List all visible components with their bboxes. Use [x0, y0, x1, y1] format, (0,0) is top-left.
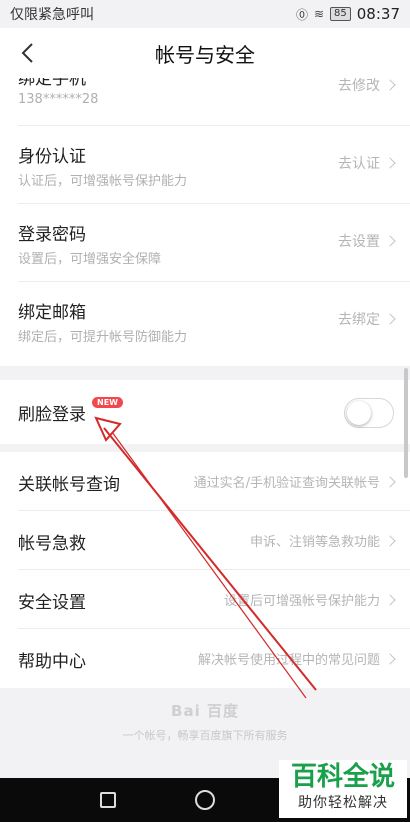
bind-phone-row[interactable]: 绑定手机 138******28 去修改: [18, 78, 410, 126]
help-center-row[interactable]: 帮助中心 解决帐号使用过程中的常见问题: [18, 629, 410, 688]
chevron-right-icon: [384, 313, 396, 325]
row-title: 帮助中心: [18, 652, 86, 672]
row-action: 去绑定: [338, 309, 396, 329]
row-subtitle: 绑定后，可提升帐号防御能力: [18, 330, 188, 345]
carrier-label: 仅限紧急呼叫: [10, 7, 94, 23]
chevron-right-icon: [384, 79, 396, 91]
row-title: 登录密码: [18, 225, 86, 245]
row-action: 去修改: [338, 78, 396, 95]
status-icons: ⓪ ≋ 85 08:37: [296, 5, 400, 23]
security-settings-row[interactable]: 安全设置 设置后可增强帐号保护能力: [18, 570, 410, 629]
row-title: 安全设置: [18, 593, 86, 613]
security-group: 绑定手机 138******28 去修改 身份认证 认证后，可增强帐号保护能力 …: [0, 78, 410, 366]
chevron-right-icon: [384, 593, 396, 606]
chevron-right-icon: [384, 157, 396, 169]
battery-icon: 85: [330, 7, 351, 21]
row-action: 去设置: [338, 231, 396, 251]
footer-text: 一个帐号，畅享百度旗下所有服务: [122, 729, 288, 742]
row-title: 刷脸登录: [18, 405, 86, 425]
clock: 08:37: [356, 5, 400, 23]
nav-bar: 帐号与安全: [0, 28, 410, 78]
face-login-group: 刷脸登录 NEW: [0, 380, 410, 444]
login-password-row[interactable]: 登录密码 设置后，可增强安全保障 去设置: [18, 204, 410, 282]
footer: Bai 百度 一个帐号，畅享百度旗下所有服务: [0, 700, 410, 743]
watermark-title: 百科全说: [290, 762, 395, 792]
row-subtitle: 认证后，可增强帐号保护能力: [18, 174, 188, 189]
linked-account-query-row[interactable]: 关联帐号查询 通过实名/手机验证查询关联帐号: [18, 452, 410, 511]
home-icon[interactable]: [194, 790, 215, 810]
row-action: 去认证: [338, 153, 396, 173]
row-title: 身份认证: [18, 147, 86, 167]
chevron-right-icon: [384, 534, 396, 547]
chevron-right-icon: [384, 475, 396, 488]
row-subtitle: 138******28: [18, 92, 99, 107]
scrollbar[interactable]: [404, 368, 408, 478]
face-login-toggle[interactable]: [344, 398, 394, 428]
new-badge: NEW: [92, 397, 123, 408]
watermark: 百科全说 助你轻松解决: [279, 760, 407, 818]
settings-list[interactable]: 绑定手机 138******28 去修改 身份认证 认证后，可增强帐号保护能力 …: [0, 78, 410, 778]
row-action: 申诉、注销等急救功能: [250, 531, 396, 550]
page-title: 帐号与安全: [155, 42, 255, 67]
account-tools-group: 关联帐号查询 通过实名/手机验证查询关联帐号 帐号急救 申诉、注销等急救功能 安…: [0, 452, 410, 688]
row-action: 解决帐号使用过程中的常见问题: [198, 649, 396, 668]
bind-email-row[interactable]: 绑定邮箱 绑定后，可提升帐号防御能力 去绑定: [18, 282, 410, 360]
toggle-knob: [347, 401, 371, 425]
baidu-logo: Bai 百度: [171, 702, 239, 720]
row-action: 设置后可增强帐号保护能力: [224, 590, 396, 609]
face-login-row[interactable]: 刷脸登录 NEW: [18, 380, 410, 444]
watermark-subtitle: 助你轻松解决: [298, 795, 388, 811]
chevron-right-icon: [384, 652, 396, 665]
back-button[interactable]: [12, 38, 42, 68]
row-title: 绑定手机: [18, 78, 86, 89]
row-title: 关联帐号查询: [18, 475, 120, 495]
status-bar: 仅限紧急呼叫 ⓪ ≋ 85 08:37: [0, 0, 410, 28]
recent-apps-icon[interactable]: [99, 792, 116, 808]
wifi-icon: ≋: [313, 7, 325, 21]
account-rescue-row[interactable]: 帐号急救 申诉、注销等急救功能: [18, 511, 410, 570]
identity-auth-row[interactable]: 身份认证 认证后，可增强帐号保护能力 去认证: [18, 126, 410, 204]
row-title: 绑定邮箱: [18, 303, 86, 323]
hd-icon: ⓪: [295, 7, 308, 22]
row-subtitle: 设置后，可增强安全保障: [18, 252, 162, 267]
row-action: 通过实名/手机验证查询关联帐号: [194, 472, 396, 491]
row-title: 帐号急救: [18, 534, 86, 554]
back-chevron-icon: [21, 43, 33, 63]
chevron-right-icon: [384, 235, 396, 247]
